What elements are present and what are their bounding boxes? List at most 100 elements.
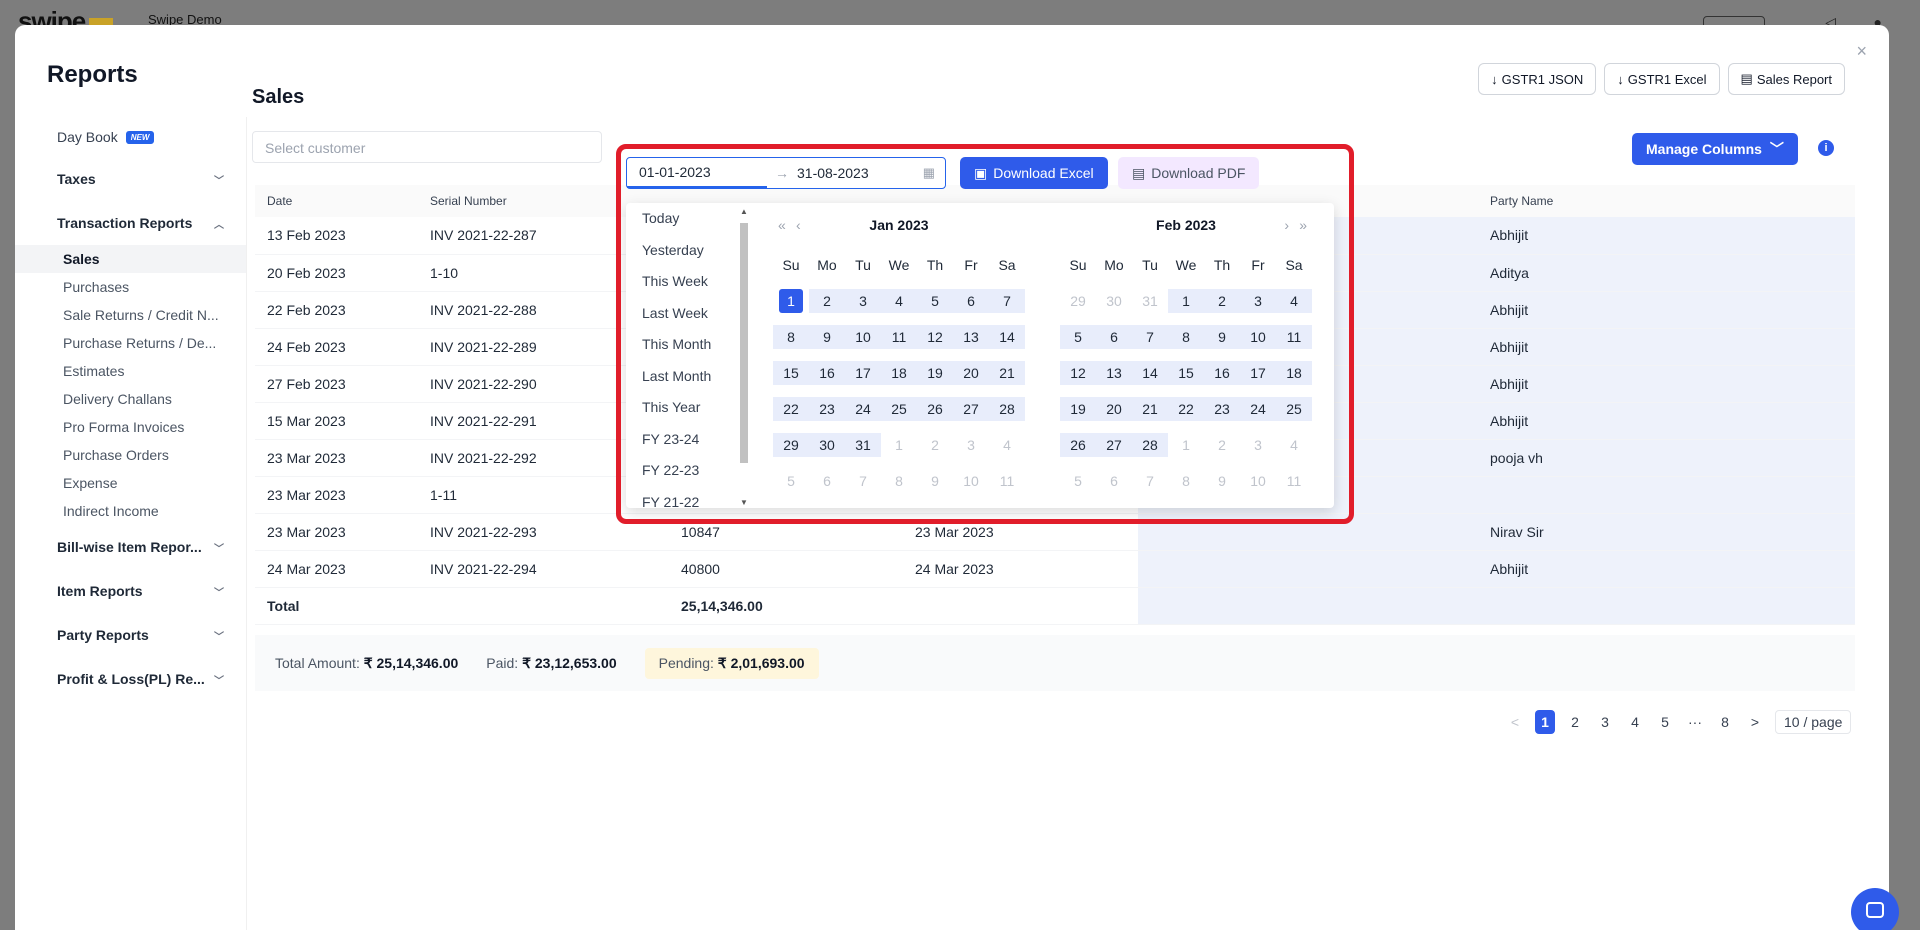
scroll-up-icon[interactable]: ▲ — [740, 207, 748, 216]
calendar-day[interactable]: 21 — [989, 355, 1025, 391]
calendar-day[interactable]: 24 — [845, 391, 881, 427]
calendar-day[interactable]: 11 — [989, 463, 1025, 499]
sidebar-item-delivery-challans[interactable]: Delivery Challans — [15, 385, 246, 413]
sidebar-item-transaction-reports[interactable]: Transaction Reports ︿ — [15, 201, 246, 245]
sidebar-item-estimates[interactable]: Estimates — [15, 357, 246, 385]
calendar-day[interactable]: 6 — [809, 463, 845, 499]
gstr1-excel-button[interactable]: ↓ GSTR1 Excel — [1604, 63, 1720, 95]
sidebar-item-taxes[interactable]: Taxes ﹀ — [15, 157, 246, 201]
page-1-button[interactable]: 1 — [1535, 710, 1555, 734]
calendar-day[interactable]: 31 — [1132, 283, 1168, 319]
calendar-day[interactable]: 25 — [881, 391, 917, 427]
sidebar-item-purchases[interactable]: Purchases — [15, 273, 246, 301]
calendar-day[interactable]: 8 — [1168, 463, 1204, 499]
left-year-label[interactable]: 2023 — [897, 217, 928, 233]
calendar-day[interactable]: 22 — [1168, 391, 1204, 427]
end-date-input[interactable]: 31-08-2023 — [797, 165, 869, 181]
calendar-day[interactable]: 7 — [1132, 463, 1168, 499]
info-icon[interactable]: i — [1818, 140, 1834, 156]
prev-month-button[interactable]: ‹ — [796, 209, 801, 241]
calendar-day[interactable]: 9 — [809, 319, 845, 355]
calendar-day[interactable]: 27 — [953, 391, 989, 427]
preset-item[interactable]: This Year — [626, 392, 756, 424]
calendar-day[interactable]: 7 — [1132, 319, 1168, 355]
calendar-day[interactable]: 4 — [989, 427, 1025, 463]
calendar-day[interactable]: 31 — [845, 427, 881, 463]
calendar-day[interactable]: 18 — [1276, 355, 1312, 391]
calendar-day[interactable]: 10 — [1240, 319, 1276, 355]
calendar-day[interactable]: 19 — [917, 355, 953, 391]
page-size-select[interactable]: 10 / page — [1775, 710, 1852, 734]
calendar-day[interactable]: 14 — [989, 319, 1025, 355]
calendar-day[interactable]: 9 — [1204, 463, 1240, 499]
calendar-day[interactable]: 1 — [1168, 283, 1204, 319]
calendar-day[interactable]: 15 — [773, 355, 809, 391]
calendar-day[interactable]: 2 — [1204, 427, 1240, 463]
sidebar-item-expense[interactable]: Expense — [15, 469, 246, 497]
calendar-day[interactable]: 3 — [845, 283, 881, 319]
calendar-day[interactable]: 25 — [1276, 391, 1312, 427]
sidebar-item-sale-returns[interactable]: Sale Returns / Credit N... — [15, 301, 246, 329]
sidebar-item-purchase-returns[interactable]: Purchase Returns / De... — [15, 329, 246, 357]
calendar-day[interactable]: 5 — [773, 463, 809, 499]
calendar-day[interactable]: 11 — [1276, 463, 1312, 499]
table-row[interactable]: 24 Mar 2023 INV 2021-22-294 40800 24 Mar 20… — [255, 550, 1855, 588]
calendar-day[interactable]: 29 — [1060, 283, 1096, 319]
download-excel-button[interactable]: ▣ Download Excel — [960, 157, 1108, 189]
table-row[interactable]: 23 Mar 2023 INV 2021-22-293 10847 23 Mar 20… — [255, 513, 1855, 551]
sidebar-item-bill-wise[interactable]: Bill-wise Item Repor... ﹀ — [15, 525, 246, 569]
next-year-button[interactable]: » — [1299, 209, 1307, 241]
calendar-day[interactable]: 30 — [1096, 283, 1132, 319]
calendar-day[interactable]: 5 — [917, 283, 953, 319]
page-4-button[interactable]: 4 — [1625, 710, 1645, 734]
calendar-day[interactable]: 10 — [845, 319, 881, 355]
calendar-day[interactable]: 7 — [845, 463, 881, 499]
calendar-day[interactable]: 27 — [1096, 427, 1132, 463]
sidebar-item-sales[interactable]: Sales — [15, 245, 246, 273]
calendar-day[interactable]: 14 — [1132, 355, 1168, 391]
preset-item[interactable]: This Month — [626, 329, 756, 361]
page-3-button[interactable]: 3 — [1595, 710, 1615, 734]
preset-item[interactable]: FY 22-23 — [626, 455, 756, 487]
calendar-day[interactable]: 9 — [917, 463, 953, 499]
download-pdf-button[interactable]: ▤ Download PDF — [1118, 157, 1260, 189]
calendar-day[interactable]: 26 — [917, 391, 953, 427]
calendar-day[interactable]: 6 — [1096, 319, 1132, 355]
calendar-day[interactable]: 6 — [1096, 463, 1132, 499]
page-5-button[interactable]: 5 — [1655, 710, 1675, 734]
calendar-day[interactable]: 11 — [1276, 319, 1312, 355]
calendar-day[interactable]: 9 — [1204, 319, 1240, 355]
calendar-day[interactable]: 16 — [1204, 355, 1240, 391]
preset-item[interactable]: FY 23-24 — [626, 424, 756, 456]
calendar-day[interactable]: 2 — [1204, 283, 1240, 319]
prev-year-button[interactable]: « — [778, 209, 786, 241]
calendar-day[interactable]: 16 — [809, 355, 845, 391]
calendar-day[interactable]: 30 — [809, 427, 845, 463]
sidebar-item-purchase-orders[interactable]: Purchase Orders — [15, 441, 246, 469]
preset-item[interactable]: Last Week — [626, 298, 756, 330]
calendar-day[interactable]: 17 — [845, 355, 881, 391]
prev-page-button[interactable]: < — [1505, 710, 1525, 734]
sidebar-item-item-reports[interactable]: Item Reports ﹀ — [15, 569, 246, 613]
calendar-day[interactable]: 5 — [1060, 463, 1096, 499]
scroll-down-icon[interactable]: ▼ — [740, 498, 748, 507]
date-range-picker[interactable]: 01-01-2023 → 31-08-2023 ▦ — [626, 157, 946, 189]
sidebar-item-party-reports[interactable]: Party Reports ﹀ — [15, 613, 246, 657]
calendar-day[interactable]: 4 — [1276, 283, 1312, 319]
calendar-day[interactable]: 2 — [917, 427, 953, 463]
calendar-day[interactable]: 1 — [881, 427, 917, 463]
calendar-day[interactable]: 20 — [953, 355, 989, 391]
calendar-day[interactable]: 5 — [1060, 319, 1096, 355]
calendar-day[interactable]: 4 — [1276, 427, 1312, 463]
calendar-day[interactable]: 3 — [1240, 427, 1276, 463]
calendar-day[interactable]: 4 — [881, 283, 917, 319]
calendar-day[interactable]: 23 — [1204, 391, 1240, 427]
sales-report-button[interactable]: ▤ Sales Report — [1727, 63, 1845, 95]
preset-item[interactable]: FY 21-22 — [626, 487, 756, 519]
manage-columns-button[interactable]: Manage Columns ﹀ — [1632, 133, 1798, 165]
calendar-day[interactable]: 8 — [773, 319, 809, 355]
sidebar-item-day-book[interactable]: Day Book NEW — [15, 117, 246, 157]
calendar-day[interactable]: 8 — [881, 463, 917, 499]
calendar-day[interactable]: 26 — [1060, 427, 1096, 463]
calendar-day[interactable]: 12 — [1060, 355, 1096, 391]
